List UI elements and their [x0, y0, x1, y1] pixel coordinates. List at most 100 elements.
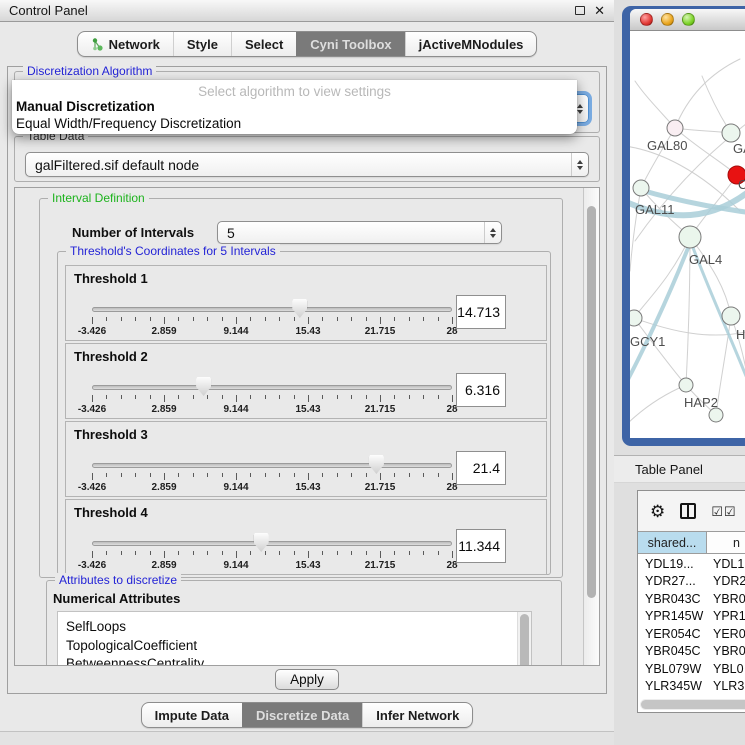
tick-mark [337, 473, 338, 477]
vertical-scrollbar-thumb[interactable] [587, 206, 596, 598]
slider-track[interactable] [92, 463, 452, 468]
graph-node-gal11[interactable] [633, 180, 649, 196]
dropdown-hint: Select algorithm to view settings [12, 84, 577, 99]
graph-node-label: GAL11 [635, 202, 675, 217]
slider-thumb[interactable] [369, 455, 384, 474]
group-title: Attributes to discretize [55, 573, 181, 587]
apply-button[interactable]: Apply [275, 669, 339, 690]
graph-node-h[interactable] [722, 307, 740, 325]
tick-mark [222, 395, 223, 399]
tick-mark [394, 317, 395, 321]
attribute-item-betweennesscentrality[interactable]: BetweennessCentrality [58, 655, 531, 666]
zoom-light-icon[interactable] [682, 13, 695, 26]
cell-shared-name: YDL19... [638, 557, 707, 571]
graph-node-gal80[interactable] [667, 120, 683, 136]
tick-mark [250, 473, 251, 477]
tab-infer-network[interactable]: Infer Network [362, 703, 472, 727]
tab-jactivemnodules[interactable]: jActiveMNodules [405, 32, 537, 56]
attribute-item-topologicalcoefficient[interactable]: TopologicalCoefficient [58, 637, 531, 656]
numerical-attributes-list[interactable]: SelfLoopsTopologicalCoefficientBetweenne… [57, 611, 532, 666]
slider-thumb[interactable] [196, 377, 211, 396]
table-row[interactable]: YBR045CYBR0 [638, 643, 745, 661]
dropdown-option-manual-discretization[interactable]: Manual Discretization [16, 99, 573, 115]
graph-node[interactable] [709, 408, 723, 422]
numerical-attributes-label: Numerical Attributes [53, 591, 180, 606]
tick-mark [423, 395, 424, 399]
graph-node-ga[interactable] [722, 124, 740, 142]
slider-thumb[interactable] [254, 533, 269, 552]
slider-track[interactable] [92, 541, 452, 546]
cell-name: YBL0 [707, 662, 745, 676]
graph-node-gcy1[interactable] [630, 310, 642, 326]
list-scrollbar-thumb[interactable] [520, 614, 529, 666]
graph-node-hap2[interactable] [679, 378, 693, 392]
tick-mark [308, 473, 309, 480]
threshold-value-field[interactable]: 6.316 [456, 373, 506, 407]
column-header-name[interactable]: n [707, 532, 745, 553]
tick-mark [322, 551, 323, 555]
table-row[interactable]: YDR27...YDR2 [638, 573, 745, 591]
node-table-panel: ⚙ ☑ ☑ shared... n YDL19...YDL1YDR27...YD… [637, 490, 745, 713]
close-light-icon[interactable] [640, 13, 653, 26]
float-icon[interactable] [575, 6, 585, 15]
cell-name: YLR3 [707, 679, 745, 693]
tab-select[interactable]: Select [231, 32, 296, 56]
cell-shared-name: YLR345W [638, 679, 707, 693]
graph-node-label: C [738, 177, 745, 192]
tick-label: -3.426 [78, 560, 106, 571]
number-of-intervals-combo[interactable]: 5 [217, 221, 502, 244]
table-row[interactable]: YPR145WYPR1 [638, 608, 745, 626]
tab-discretize-data[interactable]: Discretize Data [242, 703, 362, 727]
tick-mark [150, 317, 151, 321]
threshold-value-field[interactable]: 21.4 [456, 451, 506, 485]
network-canvas[interactable]: GAL80GACGAL11GAL4GCY1HHAP2 [630, 31, 745, 438]
tick-mark [150, 395, 151, 399]
slider-ticks [92, 473, 452, 481]
tick-mark [452, 551, 453, 558]
tick-mark [236, 473, 237, 480]
table-row[interactable]: YBR043CYBR0 [638, 590, 745, 608]
vertical-scrollbar[interactable] [583, 188, 599, 665]
cell-name: YBR0 [707, 592, 745, 606]
checkbox-checked-icon[interactable]: ☑ [711, 505, 723, 518]
tick-mark [308, 551, 309, 558]
attribute-item-selfloops[interactable]: SelfLoops [58, 618, 531, 637]
tab-impute-data[interactable]: Impute Data [142, 703, 242, 727]
tab-network[interactable]: Network [78, 32, 173, 56]
checkbox-buttons: ☑ ☑ [711, 505, 735, 518]
column-header-shared[interactable]: shared... [638, 532, 707, 553]
threshold-value-field[interactable]: 11.344 [456, 529, 506, 563]
interval-definition-group: Interval Definition Number of Intervals … [39, 198, 563, 578]
threshold-value-field[interactable]: 14.713 [456, 295, 506, 329]
close-icon[interactable]: ✕ [594, 4, 605, 17]
columns-icon[interactable] [680, 503, 696, 519]
table-data-combo[interactable]: galFiltered.sif default node [25, 152, 589, 177]
gear-icon[interactable]: ⚙ [650, 503, 665, 520]
horizontal-scrollbar-thumb[interactable] [641, 700, 745, 709]
minimize-light-icon[interactable] [661, 13, 674, 26]
tick-label: 15.43 [295, 482, 320, 493]
slider-track[interactable] [92, 307, 452, 312]
slider-thumb[interactable] [292, 299, 307, 318]
tick-mark [135, 317, 136, 321]
threshold-panel-threshold-4: Threshold 4-3.4262.8599.14415.4321.71528… [65, 499, 547, 575]
table-row[interactable]: YDL19...YDL1 [638, 555, 745, 573]
tick-mark [178, 551, 179, 555]
slider-track[interactable] [92, 385, 452, 390]
table-row[interactable]: YBL079WYBL0 [638, 660, 745, 678]
horizontal-scrollbar[interactable] [640, 699, 745, 710]
table-row[interactable]: YER054CYER0 [638, 625, 745, 643]
control-panel: Control Panel ✕ NetworkStyleSelectCyni T… [0, 0, 614, 745]
table-row[interactable]: YLR345WYLR3 [638, 678, 745, 696]
tick-mark [265, 317, 266, 321]
tab-style[interactable]: Style [173, 32, 231, 56]
combo-stepper-icon [484, 222, 501, 243]
tab-label: jActiveMNodules [419, 37, 524, 52]
dropdown-option-equal-width-frequency[interactable]: Equal Width/Frequency Discretization [16, 116, 573, 132]
tick-label: 21.715 [365, 326, 396, 337]
tick-mark [409, 317, 410, 321]
list-scrollbar[interactable] [517, 612, 531, 666]
graph-node-gal4[interactable] [679, 226, 701, 248]
tab-cyni-toolbox[interactable]: Cyni Toolbox [296, 32, 404, 56]
checkbox-checked-icon[interactable]: ☑ [724, 505, 736, 518]
